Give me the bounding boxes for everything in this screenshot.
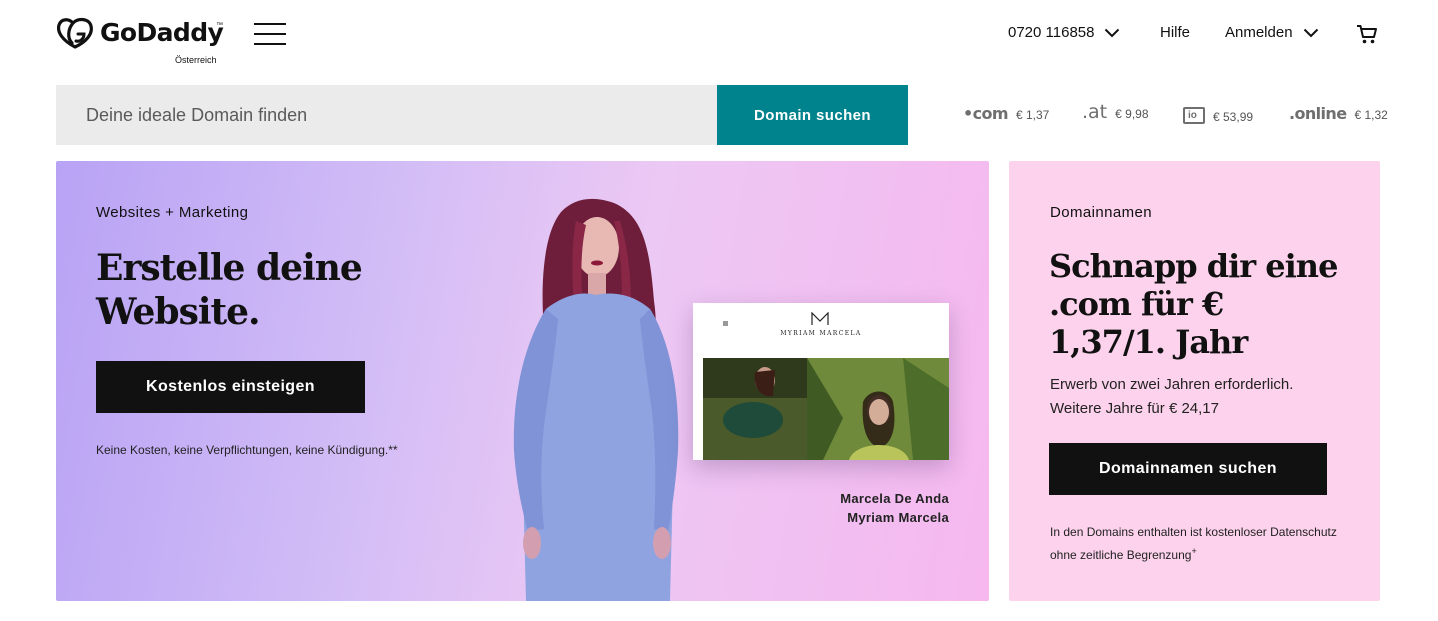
nav-phone-label: 0720 116858 [1008,24,1095,41]
myriam-marcela-logo-icon [811,312,829,325]
tld-at[interactable]: .at € 9,98 [1082,101,1149,123]
domain-subtext: Erwerb von zwei Jahren erforderlich. Wei… [1050,373,1350,421]
domain-title: Schnapp dir eine .com für € 1,37/1. Jahr [1049,247,1338,361]
domain-search-button[interactable]: Domain suchen [717,85,908,145]
search-domains-button[interactable]: Domainnamen suchen [1049,443,1327,495]
website-promo-card: Websites + Marketing Erstelle deine Webs… [56,161,989,601]
tld-name: .online [1289,104,1347,123]
domain-privacy-text: In den Domains enthalten ist kostenloser… [1050,525,1337,562]
brand-region: Österreich [175,55,217,65]
godaddy-logo-icon [56,18,93,49]
brand-trademark: ™ [216,22,223,29]
tld-price: € 9,98 [1115,107,1149,121]
domain-search-input[interactable] [56,85,717,145]
site-header: GoDaddy ™ Österreich 0720 116858 Hilfe A… [0,0,1438,80]
hero-title: Erstelle deine Website. [96,247,363,333]
nav-login-dropdown[interactable]: Anmelden [1225,24,1319,41]
chevron-down-icon [1303,28,1318,37]
tld-price: € 1,37 [1015,108,1050,122]
chevron-down-icon [1105,28,1120,37]
domain-subtext-line-2: Weitere Jahre für € 24,17 [1050,400,1219,417]
domain-privacy-note: In den Domains enthalten ist kostenloser… [1050,523,1350,565]
start-free-button[interactable]: Kostenlos einsteigen [96,361,365,413]
godaddy-logo[interactable]: GoDaddy ™ Österreich [56,14,226,66]
footnote-mark: + [1191,546,1197,556]
hero-eyebrow: Websites + Marketing [96,204,249,221]
credit-name: Marcela De Anda [840,491,949,506]
hamburger-menu-icon[interactable] [254,22,286,46]
tld-price: € 53,99 [1213,110,1254,124]
hero-disclaimer: Keine Kosten, keine Verpflichtungen, kei… [96,443,398,457]
nav-help-link[interactable]: Hilfe [1160,24,1190,41]
shopping-cart-icon[interactable] [1356,23,1378,45]
preview-photo [703,358,949,460]
tld-online[interactable]: .online € 1,32 [1289,104,1388,123]
brand-name: GoDaddy [100,18,224,47]
credit-site: Myriam Marcela [847,510,949,525]
tld-price: € 1,32 [1354,108,1388,122]
tld-name: •com [963,104,1009,123]
domain-promo-card: Domainnamen Schnapp dir eine .com für € … [1009,161,1380,601]
tld-name: .at [1082,101,1108,123]
model-photo [513,198,679,601]
tld-com[interactable]: •com € 1,37 [963,104,1049,123]
nav-login-label: Anmelden [1225,24,1293,41]
tld-name: io [1188,110,1197,121]
preview-menu-icon [723,321,728,326]
domain-subtext-line-1: Erwerb von zwei Jahren erforderlich. [1050,376,1294,393]
tld-io-logo-icon: io [1183,107,1205,124]
website-preview-card: MYRIAM MARCELA [693,303,949,460]
photo-credit: Marcela De Anda Myriam Marcela [840,489,949,527]
domain-eyebrow: Domainnamen [1050,204,1152,221]
tld-io[interactable]: io € 53,99 [1183,104,1253,124]
preview-site-name: MYRIAM MARCELA [780,330,862,337]
nav-phone-dropdown[interactable]: 0720 116858 [1008,24,1120,41]
